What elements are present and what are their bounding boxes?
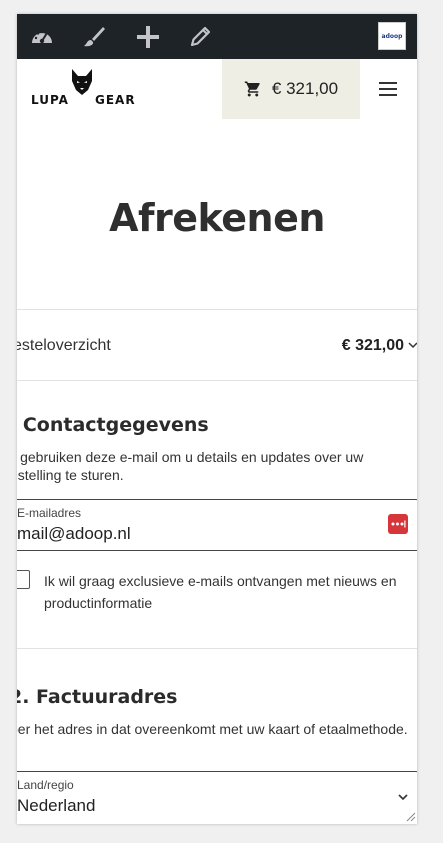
newsletter-checkbox-label[interactable]: Ik wil graag exclusieve e-mails ontvange… — [44, 570, 417, 614]
brand-word-lupa: LUPA — [31, 93, 69, 107]
wolf-logo-icon — [72, 69, 92, 95]
contact-heading: . Contactgegevens — [17, 414, 209, 436]
page-title: Afrekenen — [109, 196, 325, 240]
dashboard-gauge-icon[interactable] — [27, 22, 57, 52]
billing-description: oer het adres in dat overeenkomt met uw … — [17, 721, 408, 737]
chevron-down-icon — [398, 794, 408, 801]
chevron-down-icon — [408, 342, 417, 349]
brand-logo[interactable]: LUPA GEAR — [31, 68, 135, 110]
email-field-value[interactable]: mail@adoop.nl — [17, 524, 131, 544]
browser-viewport: adoop LUPA GEAR € 321,00 Afrekenen estel… — [17, 14, 417, 824]
country-select-label: Land/regio — [17, 778, 74, 792]
divider — [17, 309, 417, 310]
hamburger-menu-icon[interactable] — [379, 77, 397, 101]
contact-description: ij gebruiken deze e-mail om u details en… — [17, 449, 364, 483]
plus-icon[interactable] — [133, 22, 163, 52]
password-manager-icon[interactable] — [388, 514, 408, 534]
newsletter-checkbox[interactable] — [17, 570, 30, 589]
site-header: LUPA GEAR € 321,00 — [17, 59, 417, 119]
billing-heading: 2. Factuuradres — [17, 686, 178, 708]
email-field[interactable]: E-mailadres mail@adoop.nl — [17, 499, 417, 551]
cart-total: € 321,00 — [271, 79, 339, 98]
order-summary-label: esteloverzicht — [17, 337, 111, 354]
cart-icon — [244, 81, 260, 97]
admin-bar: adoop — [17, 14, 417, 59]
cart-button[interactable]: € 321,00 — [222, 59, 360, 119]
site-logo-icon[interactable]: adoop — [378, 22, 406, 50]
country-select-value: Nederland — [17, 796, 96, 815]
customize-brush-icon[interactable] — [79, 22, 109, 52]
edit-pencil-icon[interactable] — [185, 22, 215, 52]
order-summary-total: € 321,00 — [341, 337, 404, 354]
email-field-label: E-mailadres — [17, 506, 82, 520]
divider — [17, 380, 417, 381]
brand-word-gear: GEAR — [95, 93, 136, 107]
country-select[interactable]: Land/regio Nederland — [17, 771, 417, 824]
divider — [17, 648, 417, 649]
resize-grip-icon[interactable] — [406, 812, 416, 822]
